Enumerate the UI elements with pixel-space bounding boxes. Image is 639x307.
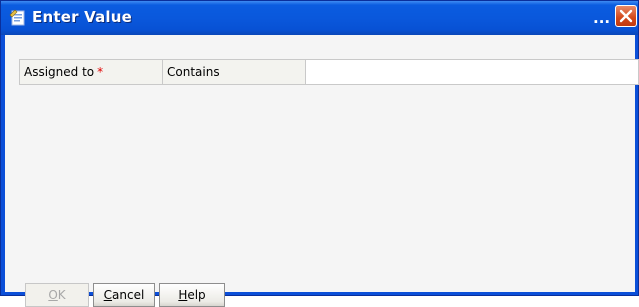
- cancel-button[interactable]: Cancel: [93, 283, 155, 307]
- operator-cell: Contains: [163, 60, 306, 84]
- ok-button-mnemonic: O: [48, 288, 58, 302]
- dialog-title: Enter Value: [32, 8, 132, 26]
- enter-value-dialog: Enter Value ... Assigned to * Contains OK…: [0, 0, 639, 307]
- value-input[interactable]: [306, 60, 638, 84]
- criteria-row: Assigned to * Contains: [19, 59, 639, 85]
- dialog-app-icon: [9, 9, 27, 27]
- ok-button-label: K: [57, 288, 66, 302]
- help-button-label: elp: [187, 288, 206, 302]
- ok-button[interactable]: OK: [25, 283, 89, 307]
- help-button-mnemonic: H: [178, 288, 188, 302]
- field-name-label: Assigned to: [24, 65, 95, 79]
- help-button[interactable]: Help: [159, 283, 225, 307]
- cancel-button-label: ancel: [112, 288, 145, 302]
- dialog-body: Assigned to * Contains OK Cancel Help: [5, 35, 639, 307]
- title-ellipsis: ...: [593, 9, 611, 27]
- required-marker: *: [97, 65, 104, 79]
- value-cell[interactable]: [306, 60, 638, 84]
- title-bar[interactable]: Enter Value ...: [1, 1, 638, 35]
- close-icon: [619, 9, 633, 23]
- field-name-cell: Assigned to *: [20, 60, 163, 84]
- close-button[interactable]: [615, 5, 637, 27]
- cancel-button-mnemonic: C: [103, 288, 113, 302]
- operator-label: Contains: [167, 65, 220, 79]
